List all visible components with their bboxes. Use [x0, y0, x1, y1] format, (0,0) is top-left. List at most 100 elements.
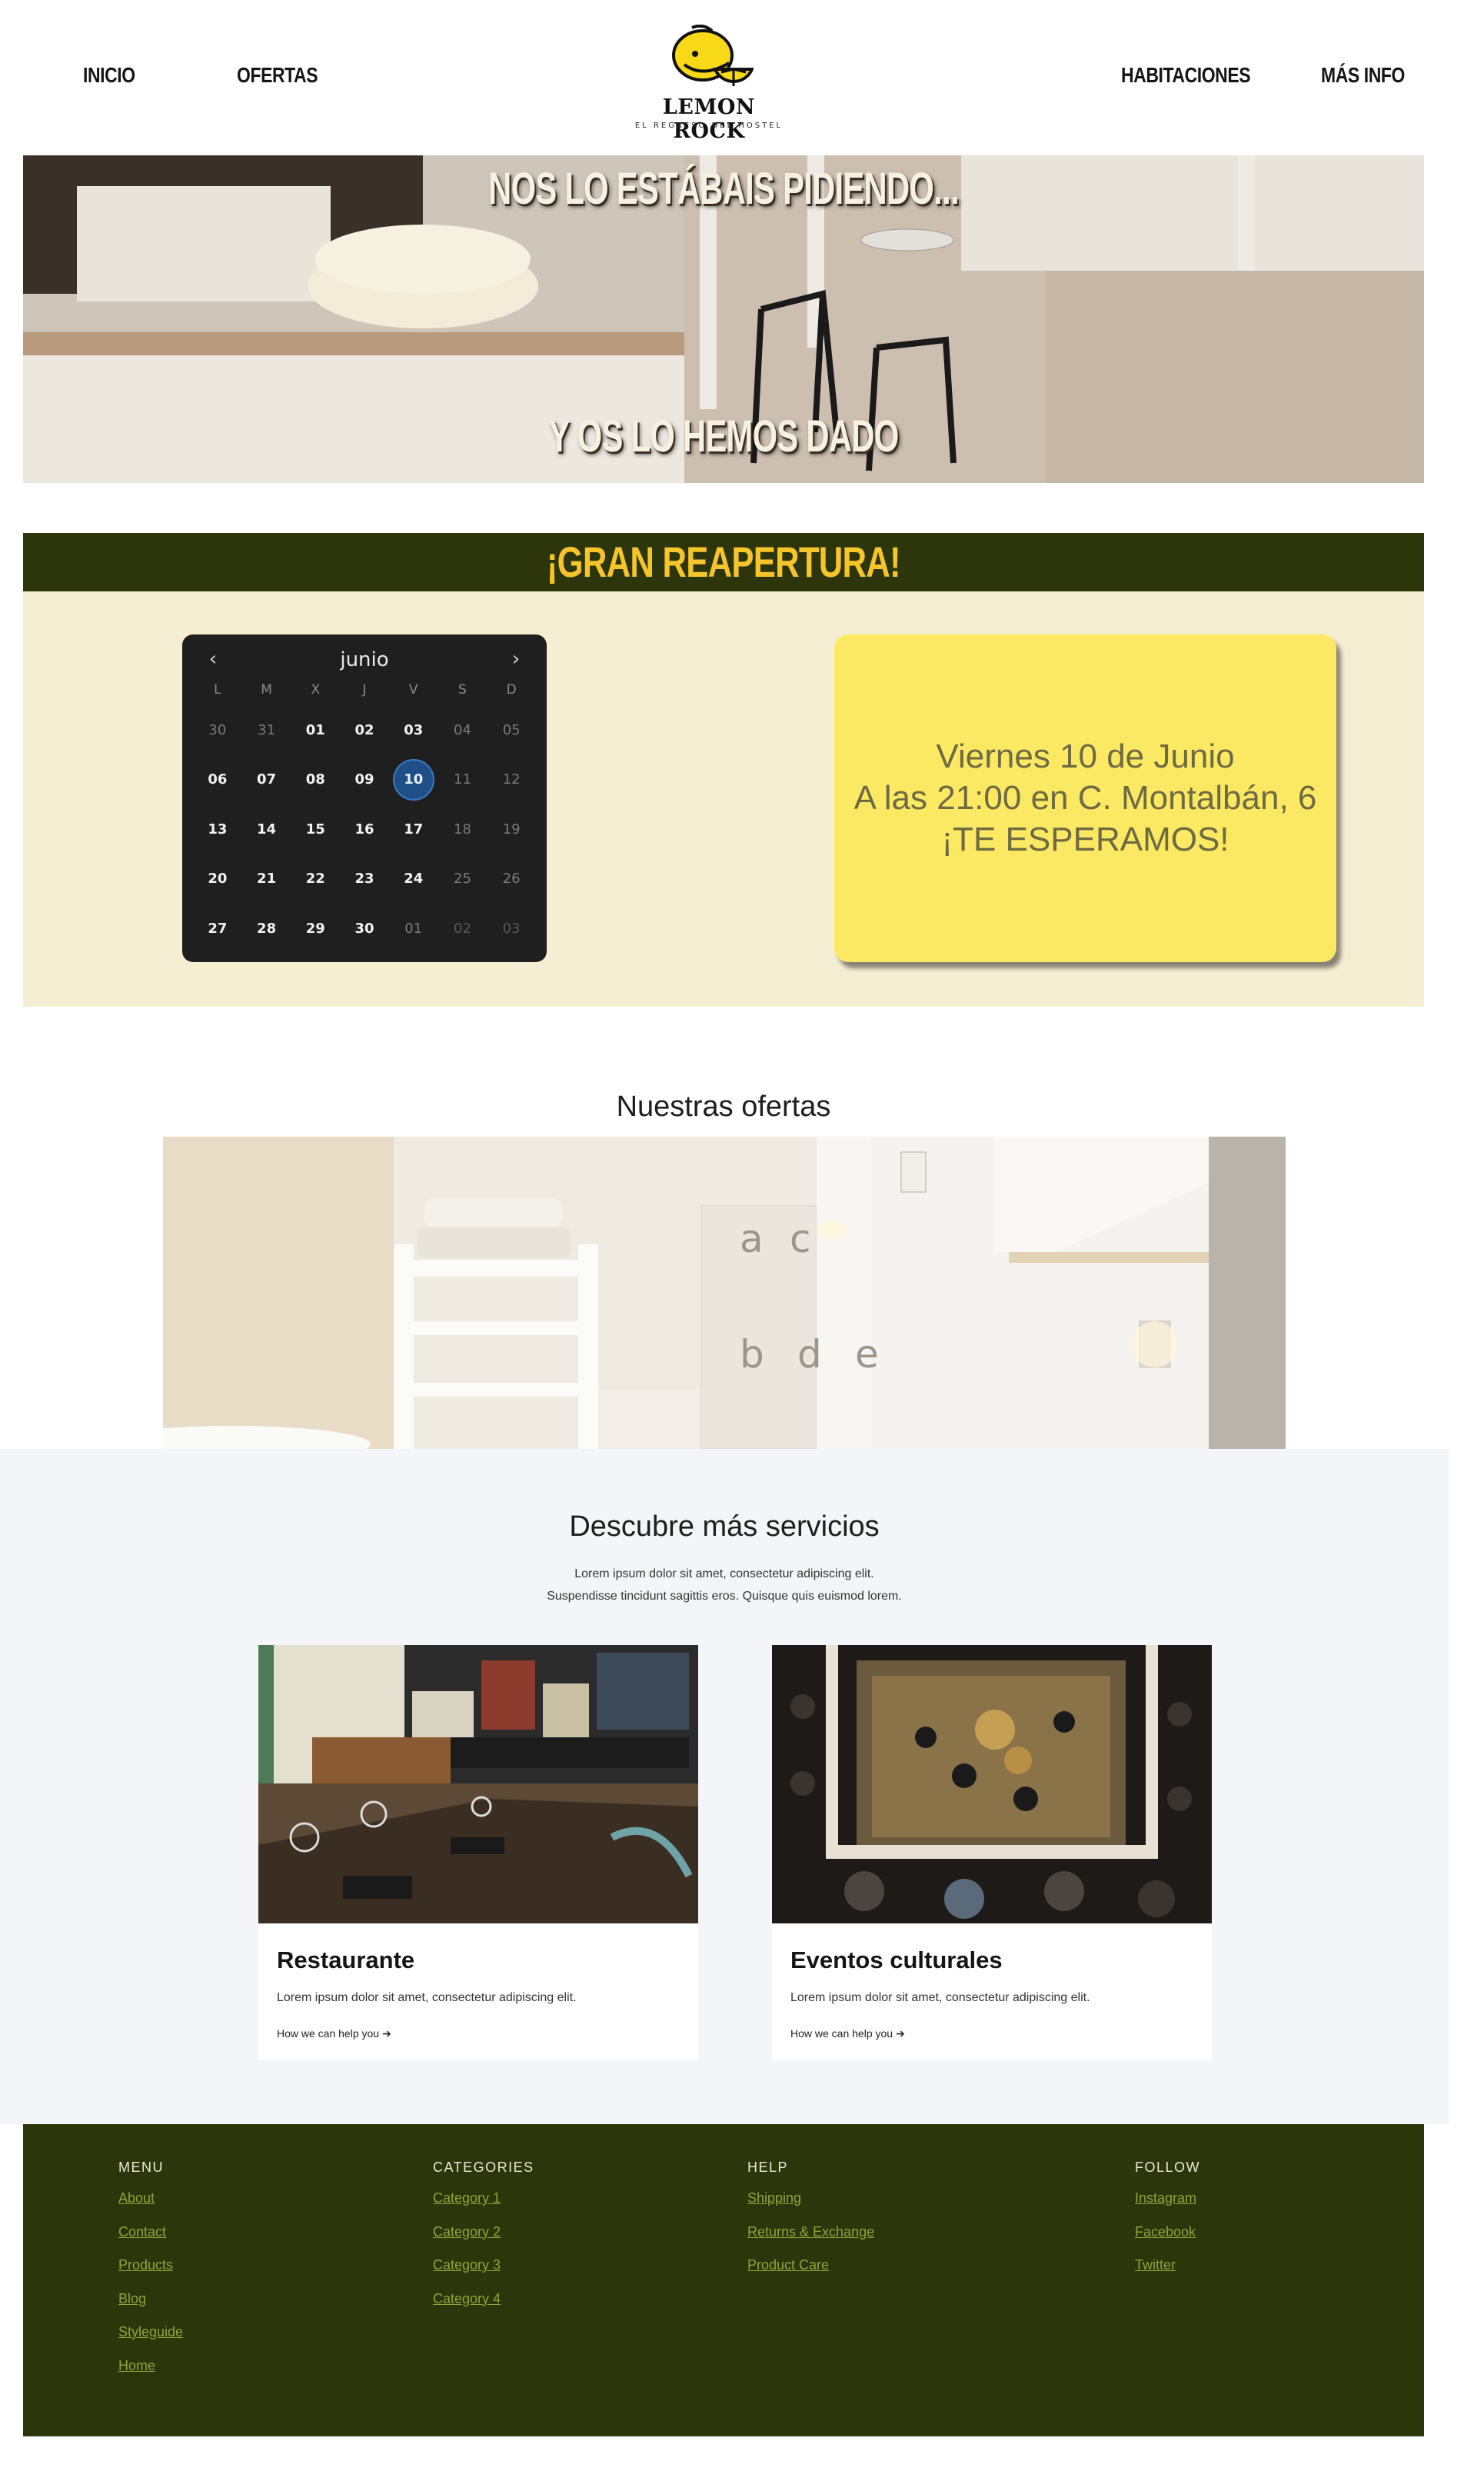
footer-help-column: HELP Shipping Returns & Exchange Product… — [747, 2160, 874, 2283]
footer-link-shipping[interactable]: Shipping — [747, 2182, 874, 2216]
weekday-label: V — [408, 682, 418, 698]
calendar-day[interactable]: 05 — [487, 709, 536, 751]
calendar-day[interactable]: 03 — [487, 907, 536, 949]
service-card-description: Lorem ipsum dolor sit amet, consectetur … — [790, 1991, 1090, 2004]
service-card-link[interactable]: How we can help you ➔ — [790, 2027, 905, 2040]
calendar-day[interactable]: 29 — [291, 907, 340, 949]
site-logo[interactable]: LEMON ROCK EL REGRESO DEL HOSTEL — [632, 22, 786, 143]
calendar-day-selected[interactable]: 10 — [389, 758, 438, 801]
weekday-label: X — [311, 682, 321, 698]
footer-link-blog[interactable]: Blog — [118, 2283, 183, 2316]
date-picker[interactable]: ‹ junio › L M X J V S D 30 31 01 02 03 0… — [182, 634, 547, 962]
calendar-day[interactable]: 27 — [193, 907, 242, 949]
events-photo — [772, 1645, 1212, 1923]
calendar-day[interactable]: 22 — [291, 858, 340, 900]
footer-link-product-care[interactable]: Product Care — [747, 2249, 874, 2283]
calendar-day[interactable]: 20 — [193, 858, 242, 900]
service-card-description: Lorem ipsum dolor sit amet, consectetur … — [277, 1991, 577, 2004]
event-tagline: ¡TE ESPERAMOS! — [941, 821, 1229, 858]
footer-link-category-3[interactable]: Category 3 — [433, 2249, 534, 2283]
weekday-label: L — [214, 682, 221, 698]
nav-mas-info[interactable]: MÁS INFO — [1321, 63, 1405, 88]
calendar-day[interactable]: 02 — [340, 709, 389, 751]
footer-link-home[interactable]: Home — [118, 2349, 183, 2383]
svg-text:a: a — [740, 1217, 764, 1261]
footer-link-twitter[interactable]: Twitter — [1135, 2249, 1200, 2283]
services-subtitle-line: Suspendisse tincidunt sagittis eros. Qui… — [547, 1590, 902, 1603]
calendar-day[interactable]: 25 — [438, 858, 487, 900]
calendar-day[interactable]: 31 — [242, 709, 291, 751]
hero-banner: NOS LO ESTÁBAIS PIDIENDO... Y OS LO HEMO… — [23, 155, 1424, 483]
weekday-label: M — [261, 682, 272, 698]
calendar-day[interactable]: 30 — [340, 907, 389, 949]
svg-text:b: b — [740, 1332, 764, 1377]
service-card-eventos[interactable]: Eventos culturales Lorem ipsum dolor sit… — [772, 1645, 1212, 2060]
calendar-day[interactable]: 02 — [438, 907, 487, 949]
footer-link-category-4[interactable]: Category 4 — [433, 2283, 534, 2316]
calendar-day[interactable]: 07 — [242, 759, 291, 801]
calendar-month: junio — [340, 648, 389, 671]
calendar-day[interactable]: 01 — [389, 907, 438, 949]
calendar-day[interactable]: 09 — [340, 759, 389, 801]
calendar-day[interactable]: 30 — [193, 709, 242, 751]
hero-bottom-text: Y OS LO HEMOS DADO — [548, 411, 900, 461]
nav-inicio[interactable]: INICIO — [83, 63, 135, 88]
footer-heading: CATEGORIES — [433, 2160, 534, 2175]
calendar-day[interactable]: 01 — [291, 709, 340, 751]
calendar-week: 20 21 22 23 24 25 26 — [193, 854, 536, 904]
lemon-icon — [672, 25, 754, 86]
footer-link-category-1[interactable]: Category 1 — [433, 2182, 534, 2216]
nav-habitaciones[interactable]: HABITACIONES — [1121, 63, 1251, 88]
reopening-section: ‹ junio › L M X J V S D 30 31 01 02 03 0… — [23, 591, 1424, 1007]
services-title: Descubre más servicios — [569, 1510, 880, 1543]
calendar-week: 06 07 08 09 10 11 12 — [193, 755, 536, 805]
calendar-day[interactable]: 15 — [291, 808, 340, 850]
calendar-day[interactable]: 11 — [438, 759, 487, 801]
event-date: Viernes 10 de Junio — [936, 738, 1235, 775]
calendar-day[interactable]: 21 — [242, 858, 291, 900]
footer-link-about[interactable]: About — [118, 2182, 183, 2216]
chevron-right-icon[interactable]: › — [502, 645, 530, 673]
calendar-day[interactable]: 03 — [389, 709, 438, 751]
services-subtitle-line: Lorem ipsum dolor sit amet, consectetur … — [574, 1567, 874, 1580]
services-subtitle: Lorem ipsum dolor sit amet, consectetur … — [0, 1563, 1449, 1607]
logo-name: LEMON ROCK — [662, 95, 756, 143]
svg-text:c: c — [790, 1217, 811, 1261]
svg-text:e: e — [855, 1332, 879, 1377]
services-section: Descubre más servicios Lorem ipsum dolor… — [0, 1449, 1449, 2124]
service-card-restaurante[interactable]: Restaurante Lorem ipsum dolor sit amet, … — [258, 1645, 698, 2060]
footer-link-category-2[interactable]: Category 2 — [433, 2216, 534, 2250]
weekday-label: D — [506, 682, 517, 698]
calendar-week: 27 28 29 30 01 02 03 — [193, 904, 536, 954]
site-footer: MENU About Contact Products Blog Stylegu… — [23, 2124, 1424, 2436]
restaurant-photo — [258, 1645, 698, 1923]
calendar-day[interactable]: 04 — [438, 709, 487, 751]
calendar-day[interactable]: 26 — [487, 858, 536, 900]
calendar-day[interactable]: 16 — [340, 808, 389, 850]
footer-link-contact[interactable]: Contact — [118, 2216, 183, 2250]
service-card-link[interactable]: How we can help you ➔ — [277, 2027, 391, 2040]
calendar-day[interactable]: 14 — [242, 808, 291, 850]
hero-top-text: NOS LO ESTÁBAIS PIDIENDO... — [488, 164, 959, 214]
calendar-day[interactable]: 13 — [193, 808, 242, 850]
calendar-day[interactable]: 28 — [242, 907, 291, 949]
calendar-header: ‹ junio › — [182, 645, 547, 673]
footer-link-returns[interactable]: Returns & Exchange — [747, 2216, 874, 2250]
calendar-day[interactable]: 24 — [389, 858, 438, 900]
calendar-grid: L M X J V S D 30 31 01 02 03 04 05 06 07… — [193, 682, 536, 954]
footer-link-products[interactable]: Products — [118, 2249, 183, 2283]
nav-ofertas[interactable]: OFERTAS — [237, 63, 318, 88]
calendar-day[interactable]: 12 — [487, 759, 536, 801]
calendar-day[interactable]: 18 — [438, 808, 487, 850]
footer-link-instagram[interactable]: Instagram — [1135, 2182, 1200, 2216]
calendar-day[interactable]: 17 — [389, 808, 438, 850]
calendar-day[interactable]: 08 — [291, 759, 340, 801]
calendar-day[interactable]: 23 — [340, 858, 389, 900]
calendar-day[interactable]: 19 — [487, 808, 536, 850]
offers-image: a c b d e — [163, 1137, 1286, 1449]
calendar-day[interactable]: 06 — [193, 759, 242, 801]
footer-link-facebook[interactable]: Facebook — [1135, 2216, 1200, 2250]
svg-text:d: d — [797, 1332, 822, 1377]
logo-tagline: EL REGRESO DEL HOSTEL — [634, 122, 784, 130]
footer-link-styleguide[interactable]: Styleguide — [118, 2316, 183, 2349]
